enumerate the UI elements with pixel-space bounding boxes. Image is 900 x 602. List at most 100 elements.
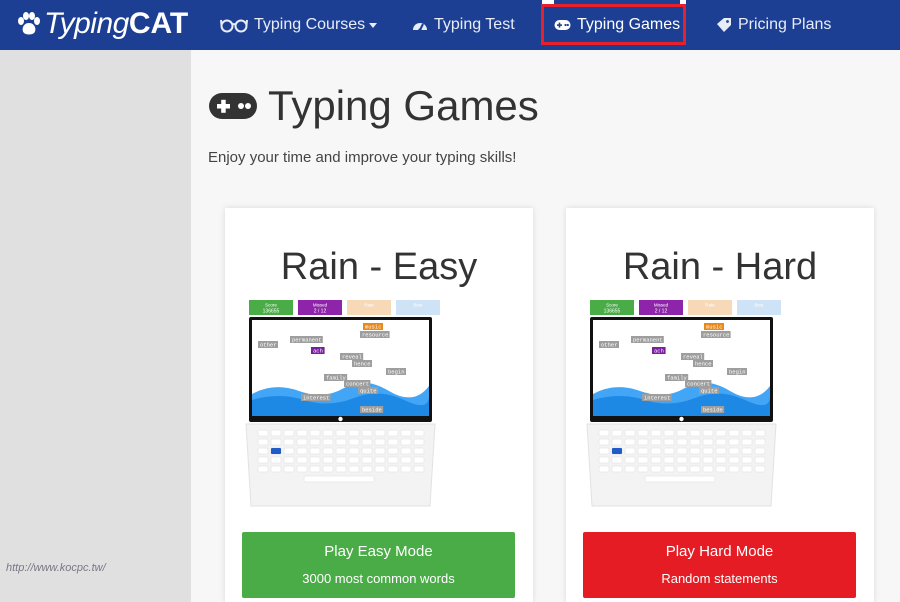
falling-word: beside <box>701 406 725 413</box>
svg-text:other: other <box>601 341 618 348</box>
falling-word: resource <box>360 331 390 338</box>
stat-box: Score136655 <box>249 300 293 315</box>
falling-word: hence <box>352 360 372 367</box>
game-card-title: Rain - Hard <box>622 246 818 288</box>
highlight-box <box>541 4 686 45</box>
falling-word: ach <box>311 347 325 354</box>
falling-word: permanent <box>631 336 664 343</box>
falling-word: interest <box>642 394 672 401</box>
svg-text:family: family <box>326 374 347 381</box>
svg-text:beside: beside <box>703 406 723 413</box>
svg-text:ach: ach <box>313 347 323 354</box>
glasses-icon <box>220 19 248 33</box>
svg-text:ach: ach <box>654 347 664 354</box>
stat-box: Best <box>737 300 781 315</box>
svg-text:hence: hence <box>354 360 371 367</box>
stat-label: Missed <box>654 303 669 308</box>
chevron-down-icon <box>369 22 378 28</box>
laptop-keyboard <box>586 423 777 507</box>
falling-word: quite <box>699 387 719 394</box>
svg-text:resource: resource <box>362 331 388 338</box>
svg-text:concert: concert <box>346 380 369 387</box>
stat-value: 2 / 12 <box>314 309 327 315</box>
svg-text:quite: quite <box>701 387 718 394</box>
falling-word: begin <box>386 368 406 375</box>
svg-text:interest: interest <box>644 394 670 401</box>
stat-label: Score <box>265 303 277 308</box>
svg-text:reveal: reveal <box>683 353 703 360</box>
game-card-title: Rain - Easy <box>280 246 478 288</box>
svg-text:hence: hence <box>695 360 712 367</box>
page-title: Typing Games <box>208 82 539 130</box>
stat-label: Rate <box>705 303 715 308</box>
play-button-label: Play Hard Mode <box>665 543 774 560</box>
nav-typing-test[interactable]: Typing Test <box>412 0 515 50</box>
nav-typing-courses-label: Typing Courses <box>254 16 366 33</box>
svg-text:interest: interest <box>303 394 329 401</box>
nav-typing-courses[interactable]: Typing Courses <box>220 0 378 50</box>
svg-text:permanent: permanent <box>633 336 663 343</box>
stat-label: Rate <box>364 303 374 308</box>
paw-icon <box>18 12 40 35</box>
svg-text:other: other <box>260 341 277 348</box>
falling-word: music <box>704 323 724 330</box>
falling-word: permanent <box>290 336 323 343</box>
gauge-icon <box>413 23 427 32</box>
falling-word: family <box>324 374 348 381</box>
stat-label: Best <box>754 303 764 308</box>
play-hard-button[interactable]: Play Hard Mode Random statements <box>583 532 856 598</box>
stat-label: Missed <box>313 303 328 308</box>
stat-label: Best <box>413 303 423 308</box>
camera-dot <box>679 416 684 422</box>
brand-name-cat: CAT <box>128 7 189 40</box>
space-key <box>644 475 716 483</box>
left-sidebar <box>0 50 191 602</box>
stat-box: Score136655 <box>590 300 634 315</box>
play-button-description: Random statements <box>661 571 778 586</box>
game-preview-image[interactable]: Score136655 Missed2 / 12 Rate Best musicreso… <box>244 296 514 518</box>
nav-pricing-plans-label: Pricing Plans <box>738 16 832 33</box>
highlighted-key <box>612 448 622 454</box>
falling-word: ach <box>652 347 666 354</box>
svg-text:quite: quite <box>360 387 377 394</box>
falling-word: begin <box>727 368 747 375</box>
page-subtitle: Enjoy your time and improve your typing … <box>208 149 517 166</box>
stat-box: Best <box>396 300 440 315</box>
brand-name-typing: Typing <box>44 7 129 40</box>
falling-word: beside <box>360 406 384 413</box>
camera-dot <box>338 416 343 422</box>
stat-value: 2 / 12 <box>655 309 668 315</box>
falling-word: other <box>599 341 619 348</box>
svg-text:reveal: reveal <box>342 353 362 360</box>
space-key <box>303 475 375 483</box>
play-button-description: 3000 most common words <box>302 571 455 586</box>
falling-word: hence <box>693 360 713 367</box>
stat-box: Missed2 / 12 <box>639 300 683 315</box>
play-easy-button[interactable]: Play Easy Mode 3000 most common words <box>242 532 515 598</box>
svg-text:family: family <box>667 374 688 381</box>
gamepad-icon <box>209 93 257 119</box>
stat-value: 136655 <box>263 309 280 315</box>
tag-icon <box>717 18 731 32</box>
laptop-keyboard <box>245 423 436 507</box>
game-preview-image[interactable]: Score136655 Missed2 / 12 Rate Best musicreso… <box>585 296 855 518</box>
falling-word: resource <box>701 331 731 338</box>
svg-text:concert: concert <box>687 380 710 387</box>
stat-box: Rate <box>688 300 732 315</box>
svg-text:begin: begin <box>729 368 746 375</box>
stat-label: Score <box>606 303 618 308</box>
falling-word: quite <box>358 387 378 394</box>
falling-word: concert <box>685 380 712 387</box>
falling-word: family <box>665 374 689 381</box>
falling-word: reveal <box>681 353 705 360</box>
brand-logo[interactable]: Typing CAT <box>16 6 188 42</box>
watermark: http://www.kocpc.tw/ <box>6 562 106 574</box>
falling-word: reveal <box>340 353 364 360</box>
falling-word: other <box>258 341 278 348</box>
svg-text:resource: resource <box>703 331 729 338</box>
nav-typing-test-label: Typing Test <box>434 16 515 33</box>
top-navbar: Typing CAT Typing Courses Typing Test Ty… <box>0 0 900 50</box>
nav-pricing-plans[interactable]: Pricing Plans <box>716 0 831 50</box>
stat-value: 136655 <box>604 309 621 315</box>
game-card-easy: Rain - Easy Score 136655 Missed 2 / 12 Rate B… <box>225 208 533 602</box>
